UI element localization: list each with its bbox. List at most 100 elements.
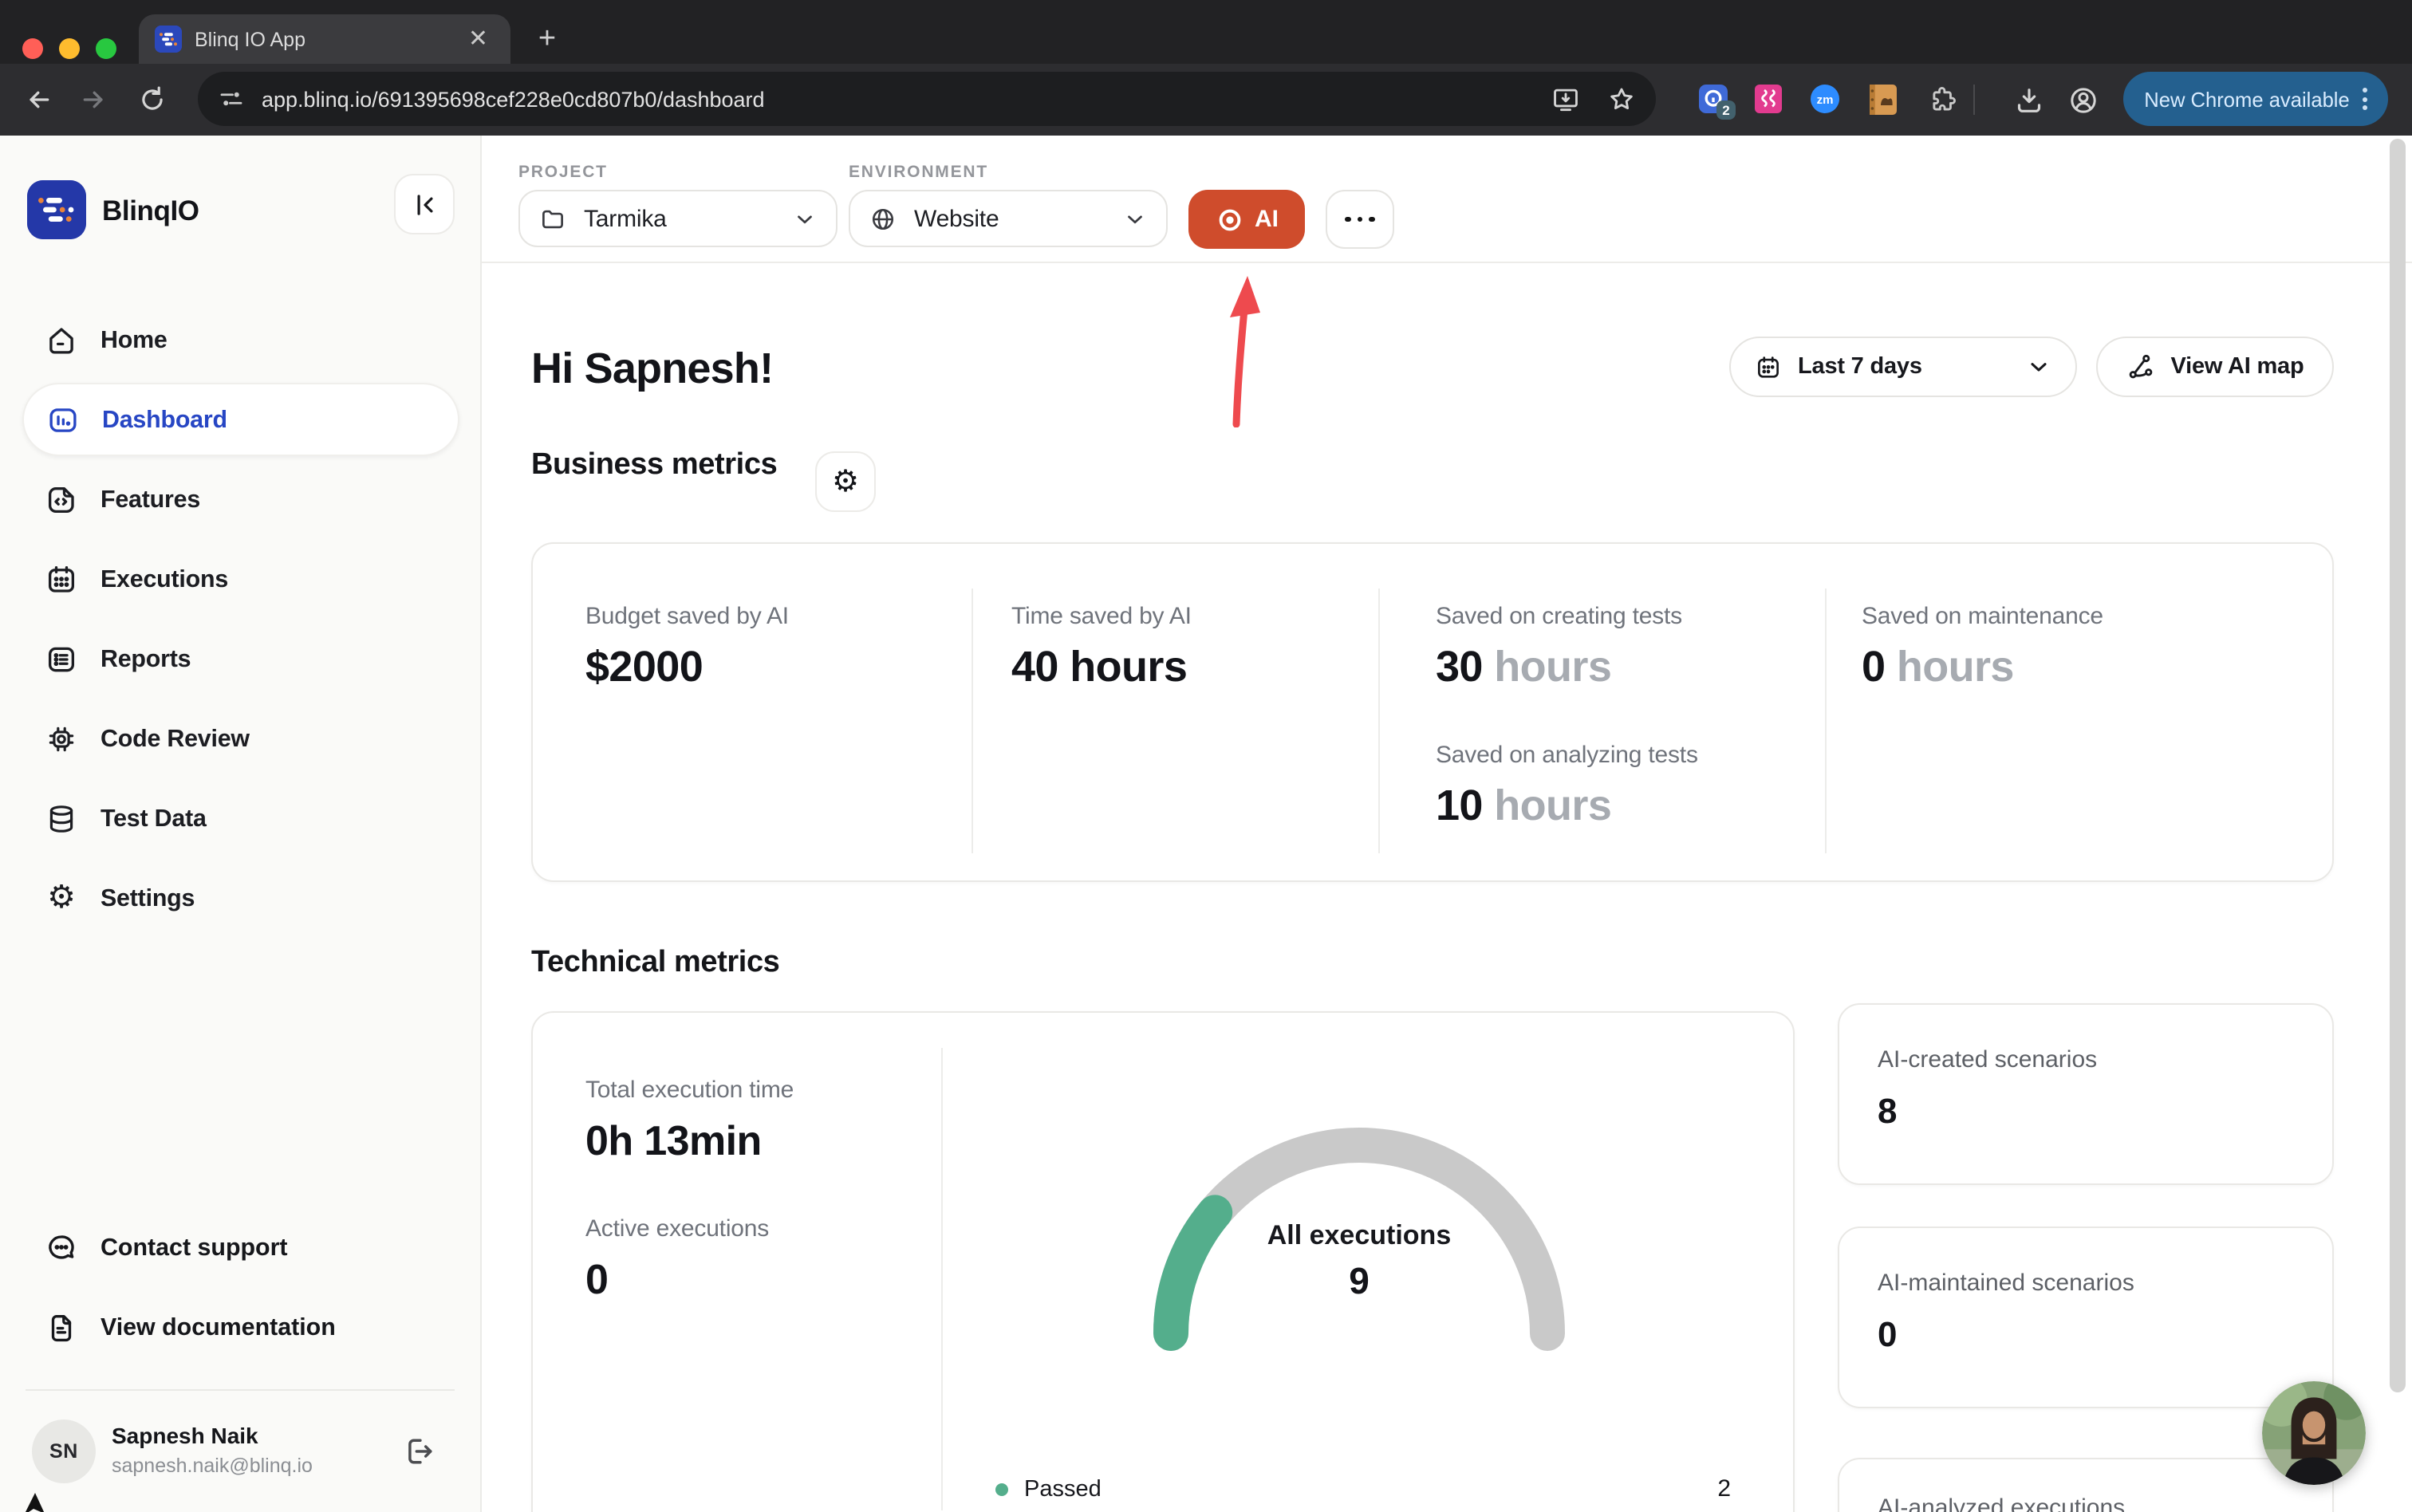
project-label: PROJECT xyxy=(518,163,608,182)
extension-badge: 2 xyxy=(1716,100,1736,120)
zoom-window-button[interactable] xyxy=(96,38,116,59)
sidebar-item-label: Settings xyxy=(100,884,195,912)
ai-map-graph-icon xyxy=(2126,352,2154,381)
install-app-icon[interactable] xyxy=(1551,84,1581,114)
screen: Blinq IO App ✕ + app.blinq.io/691395698c… xyxy=(0,0,2412,1512)
project-value: Tarmika xyxy=(584,205,793,232)
reload-icon[interactable] xyxy=(137,85,168,115)
ai-button-label: AI xyxy=(1255,206,1279,233)
site-settings-icon[interactable] xyxy=(217,85,246,113)
environment-label: ENVIRONMENT xyxy=(849,163,988,182)
sidebar-item-label: Code Review xyxy=(100,725,250,752)
floating-avatar[interactable] xyxy=(2262,1381,2366,1485)
passed-value: 2 xyxy=(1717,1475,1731,1502)
metric-value: 40 hours xyxy=(1011,643,1187,692)
sidebar-item-test-data[interactable]: Test Data xyxy=(0,778,480,858)
code-review-chip-icon xyxy=(45,722,78,755)
column-divider xyxy=(1378,589,1380,853)
executions-calendar-icon xyxy=(45,562,78,596)
browser-toolbar: app.blinq.io/691395698cef228e0cd807b0/da… xyxy=(0,64,2412,136)
notebook-extension-icon[interactable] xyxy=(1870,85,1897,115)
profile-icon[interactable] xyxy=(2067,85,2099,116)
view-ai-map-button[interactable]: View AI map xyxy=(2096,337,2334,397)
blinqio-favicon xyxy=(155,26,182,53)
app-window: BlinqIO Home Da xyxy=(0,136,2412,1512)
sidebar-item-label: Executions xyxy=(100,565,228,593)
metric-unit: hours xyxy=(1897,643,2014,691)
url-text[interactable]: app.blinq.io/691395698cef228e0cd807b0/da… xyxy=(262,87,1551,111)
gauge-value: 9 xyxy=(1168,1260,1551,1303)
page-scrollbar[interactable] xyxy=(2390,139,2406,1392)
ai-created-scenarios-card: AI-created scenarios 8 xyxy=(1838,1003,2334,1185)
view-documentation-link[interactable]: View documentation xyxy=(0,1287,480,1367)
sidebar-item-code-review[interactable]: Code Review xyxy=(0,699,480,778)
back-icon[interactable] xyxy=(22,85,53,115)
sidebar-item-dashboard[interactable]: Dashboard xyxy=(22,383,459,456)
sidebar-item-reports[interactable]: Reports xyxy=(0,619,480,699)
view-documentation-label: View documentation xyxy=(100,1313,336,1341)
zoom-extension-icon[interactable]: zm xyxy=(1811,85,1839,113)
minimize-window-button[interactable] xyxy=(59,38,80,59)
card-label: AI-created scenarios xyxy=(1878,1046,2097,1073)
contact-support-label: Contact support xyxy=(100,1234,288,1261)
extensions-puzzle-icon[interactable] xyxy=(1927,85,1957,115)
environment-select[interactable]: Website xyxy=(849,190,1168,247)
metric-value: 30 hours xyxy=(1436,643,1611,692)
annotation-arrow-icon xyxy=(1217,274,1268,427)
downloads-icon[interactable] xyxy=(2013,85,2045,116)
new-tab-button[interactable]: + xyxy=(526,19,568,61)
metric-label: Time saved by AI xyxy=(1011,603,1192,630)
passed-label: Passed xyxy=(1024,1476,1717,1502)
metric-value: 0h 13min xyxy=(585,1116,762,1166)
forward-icon[interactable] xyxy=(80,85,110,115)
metric-label: Total execution time xyxy=(585,1077,794,1104)
user-profile[interactable]: SN Sapnesh Naik sapnesh.naik@blinq.io xyxy=(0,1391,480,1512)
gauge-label: All executions xyxy=(1168,1220,1551,1252)
address-bar[interactable]: app.blinq.io/691395698cef228e0cd807b0/da… xyxy=(198,72,1656,126)
metric-label: Budget saved by AI xyxy=(585,603,789,630)
sidebar-item-home[interactable]: Home xyxy=(0,300,480,380)
sidebar-header: BlinqIO xyxy=(0,136,480,282)
main-content: PROJECT Tarmika ENVIRONMENT Website xyxy=(482,136,2412,1512)
tab-close-icon[interactable]: ✕ xyxy=(462,24,495,54)
contact-support-link[interactable]: Contact support xyxy=(0,1207,480,1287)
chevron-down-icon xyxy=(793,207,817,230)
new-chrome-available-button[interactable]: New Chrome available xyxy=(2123,72,2388,126)
sidebar-collapse-button[interactable] xyxy=(394,174,455,234)
chrome-menu-kebab-icon[interactable] xyxy=(2363,88,2367,110)
project-select[interactable]: Tarmika xyxy=(518,190,838,247)
sidebar-item-executions[interactable]: Executions xyxy=(0,539,480,619)
user-name: Sapnesh Naik xyxy=(112,1423,258,1448)
ai-button[interactable]: AI xyxy=(1188,190,1305,249)
date-range-select[interactable]: Last 7 days xyxy=(1729,337,2077,397)
metric-value: 0 hours xyxy=(1862,643,2014,692)
page-greeting: Hi Sapnesh! xyxy=(531,345,773,394)
sidebar-item-label: Test Data xyxy=(100,805,207,832)
tab-title: Blinq IO App xyxy=(195,28,462,50)
column-divider xyxy=(941,1048,943,1510)
sidebar-nav: Home Dashboard Features xyxy=(0,300,480,938)
pink-extension-icon[interactable] xyxy=(1755,85,1782,113)
window-controls xyxy=(22,38,116,59)
metric-unit: hours xyxy=(1494,782,1611,829)
sidebar-item-features[interactable]: Features xyxy=(0,459,480,539)
environment-value: Website xyxy=(914,205,1123,232)
features-icon xyxy=(45,482,78,516)
bookmark-star-icon[interactable] xyxy=(1606,84,1637,114)
sidebar-item-settings[interactable]: ⚙ Settings xyxy=(0,858,480,938)
password-manager-extension-icon[interactable]: 2 xyxy=(1699,85,1728,113)
browser-tab[interactable]: Blinq IO App ✕ xyxy=(139,14,510,64)
view-ai-map-label: View AI map xyxy=(2170,354,2304,380)
dashboard-icon xyxy=(46,403,80,436)
metric-label: Saved on maintenance xyxy=(1862,603,2103,630)
ai-maintained-scenarios-card: AI-maintained scenarios 0 xyxy=(1838,1227,2334,1408)
document-icon xyxy=(45,1310,78,1344)
gear-icon: ⚙ xyxy=(832,463,859,500)
home-icon xyxy=(45,323,78,356)
business-metrics-settings-button[interactable]: ⚙ xyxy=(815,451,876,512)
logout-icon[interactable] xyxy=(402,1434,437,1469)
technical-metrics-card: Total execution time 0h 13min Active exe… xyxy=(531,1011,1795,1512)
close-window-button[interactable] xyxy=(22,38,43,59)
sidebar-item-label: Features xyxy=(100,486,200,513)
more-options-button[interactable] xyxy=(1326,190,1394,249)
